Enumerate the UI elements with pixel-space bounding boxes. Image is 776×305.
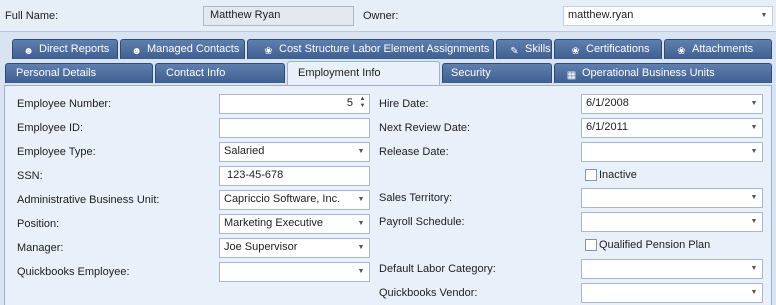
tab-certifications[interactable]: ❀ Certifications [554, 39, 662, 59]
sales-territory-dropdown[interactable]: ▼ [581, 188, 763, 208]
tab-cost-structure[interactable]: ❀ Cost Structure Labor Element Assignment… [247, 39, 494, 59]
chevron-down-icon[interactable]: ▼ [749, 288, 759, 298]
tab-label: Direct Reports [39, 43, 110, 55]
next-review-date-label: Next Review Date: [379, 122, 471, 134]
ssn-value: 123-45-678 [227, 169, 284, 181]
ssn-label: SSN: [17, 170, 43, 182]
next-review-date-value: 6/1/2011 [586, 121, 629, 133]
chevron-down-icon[interactable]: ▼ [749, 99, 759, 109]
tab-label: Cost Structure Labor Element Assignments [279, 43, 490, 55]
tab-managed-contacts[interactable]: ☻ Managed Contacts [120, 39, 245, 59]
full-name-value: Matthew Ryan [210, 9, 281, 21]
owner-value: matthew.ryan [568, 9, 634, 21]
default-labor-category-label: Default Labor Category: [379, 263, 496, 275]
ssn-field[interactable]: 123-45-678 [219, 166, 370, 186]
chevron-down-icon[interactable]: ▼ [356, 243, 366, 253]
tool-icon: ✎ [510, 46, 519, 57]
inactive-checkbox[interactable] [585, 169, 597, 181]
tab-row-2: Personal Details Contact Info Employment… [0, 61, 776, 85]
tab-skills[interactable]: ✎ Skills [496, 39, 552, 59]
chevron-down-icon[interactable]: ▼ [356, 267, 366, 277]
tab-label: Skills [525, 43, 551, 55]
tab-label: Employment Info [298, 67, 381, 79]
payroll-schedule-dropdown[interactable]: ▼ [581, 212, 763, 232]
full-name-label: Full Name: [5, 10, 59, 22]
gear-icon: ❀ [571, 46, 580, 57]
chevron-down-icon[interactable]: ▼ [759, 11, 769, 21]
hire-date-label: Hire Date: [379, 98, 429, 110]
tab-label: Security [451, 67, 491, 79]
employee-number-label: Employee Number: [17, 98, 112, 110]
tab-security[interactable]: Security [442, 63, 552, 83]
payroll-schedule-label: Payroll Schedule: [379, 216, 465, 228]
tab-employment-info[interactable]: Employment Info [287, 61, 440, 85]
chevron-down-icon[interactable]: ▼ [356, 147, 366, 157]
manager-dropdown[interactable]: Joe Supervisor ▼ [219, 238, 370, 258]
position-dropdown[interactable]: Marketing Executive ▼ [219, 214, 370, 234]
inactive-label: Inactive [599, 169, 637, 181]
tab-attachments[interactable]: ❀ Attachments [664, 39, 772, 59]
grid-icon: ▦ [566, 70, 577, 81]
tab-label: Operational Business Units [582, 67, 715, 79]
release-date-label: Release Date: [379, 146, 449, 158]
hire-date-picker[interactable]: 6/1/2008 ▼ [581, 94, 763, 114]
chevron-down-icon[interactable]: ▼ [749, 123, 759, 133]
release-date-picker[interactable]: ▼ [581, 142, 763, 162]
admin-business-unit-label: Administrative Business Unit: [17, 194, 160, 206]
quickbooks-vendor-dropdown[interactable]: ▼ [581, 283, 763, 303]
chevron-down-icon[interactable]: ▼ [749, 264, 759, 274]
chevron-down-icon[interactable]: ▼ [749, 147, 759, 157]
contacts-icon: ☻ [131, 46, 142, 57]
header-bar: Full Name: Matthew Ryan Owner: matthew.r… [0, 0, 776, 32]
employee-number-stepper[interactable]: 5 ▲ ▼ [219, 94, 370, 114]
gear-icon: ❀ [677, 46, 686, 57]
full-name-field: Matthew Ryan [203, 6, 354, 26]
next-review-date-picker[interactable]: 6/1/2011 ▼ [581, 118, 763, 138]
admin-business-unit-dropdown[interactable]: Capriccio Software, Inc. ▼ [219, 190, 370, 210]
tab-personal-details[interactable]: Personal Details [5, 63, 153, 83]
position-label: Position: [17, 218, 60, 230]
qualified-pension-label: Qualified Pension Plan [599, 239, 711, 251]
people-icon: ☻ [23, 46, 34, 57]
tab-label: Certifications [586, 43, 650, 55]
tab-label: Contact Info [166, 67, 226, 79]
owner-dropdown[interactable]: matthew.ryan ▼ [563, 6, 773, 26]
qualified-pension-checkbox[interactable] [585, 239, 597, 251]
chevron-down-icon[interactable]: ▼ [356, 195, 366, 205]
spin-arrows-icon[interactable]: ▲ ▼ [358, 96, 367, 112]
chevron-down-icon[interactable]: ▼ [749, 217, 759, 227]
manager-value: Joe Supervisor [224, 241, 298, 253]
quickbooks-employee-dropdown[interactable]: ▼ [219, 262, 370, 282]
tab-label: Personal Details [16, 67, 97, 79]
owner-label: Owner: [363, 10, 399, 22]
employee-type-label: Employee Type: [17, 146, 96, 158]
gear-icon: ❀ [264, 46, 273, 57]
position-value: Marketing Executive [224, 217, 324, 229]
manager-label: Manager: [17, 242, 64, 254]
employee-type-dropdown[interactable]: Salaried ▼ [219, 142, 370, 162]
sales-territory-label: Sales Territory: [379, 192, 453, 204]
tab-label: Managed Contacts [147, 43, 240, 55]
quickbooks-vendor-label: Quickbooks Vendor: [379, 287, 478, 299]
hire-date-value: 6/1/2008 [586, 97, 629, 109]
tab-row-1: ☻ Direct Reports ☻ Managed Contacts ❀ Cost … [0, 39, 776, 61]
admin-business-unit-value: Capriccio Software, Inc. [224, 193, 341, 205]
tab-direct-reports[interactable]: ☻ Direct Reports [12, 39, 118, 59]
tab-label: Attachments [692, 43, 754, 55]
employee-id-field[interactable] [219, 118, 370, 138]
quickbooks-employee-label: Quickbooks Employee: [17, 266, 130, 278]
tab-operational-business-units[interactable]: ▦ Operational Business Units [554, 63, 772, 83]
chevron-down-icon[interactable]: ▼ [749, 193, 759, 203]
tab-contact-info[interactable]: Contact Info [155, 63, 285, 83]
chevron-down-icon[interactable]: ▼ [356, 219, 366, 229]
employee-number-value: 5 [346, 97, 353, 109]
employee-id-label: Employee ID: [17, 122, 84, 134]
employee-type-value: Salaried [224, 145, 265, 157]
default-labor-category-dropdown[interactable]: ▼ [581, 259, 763, 279]
